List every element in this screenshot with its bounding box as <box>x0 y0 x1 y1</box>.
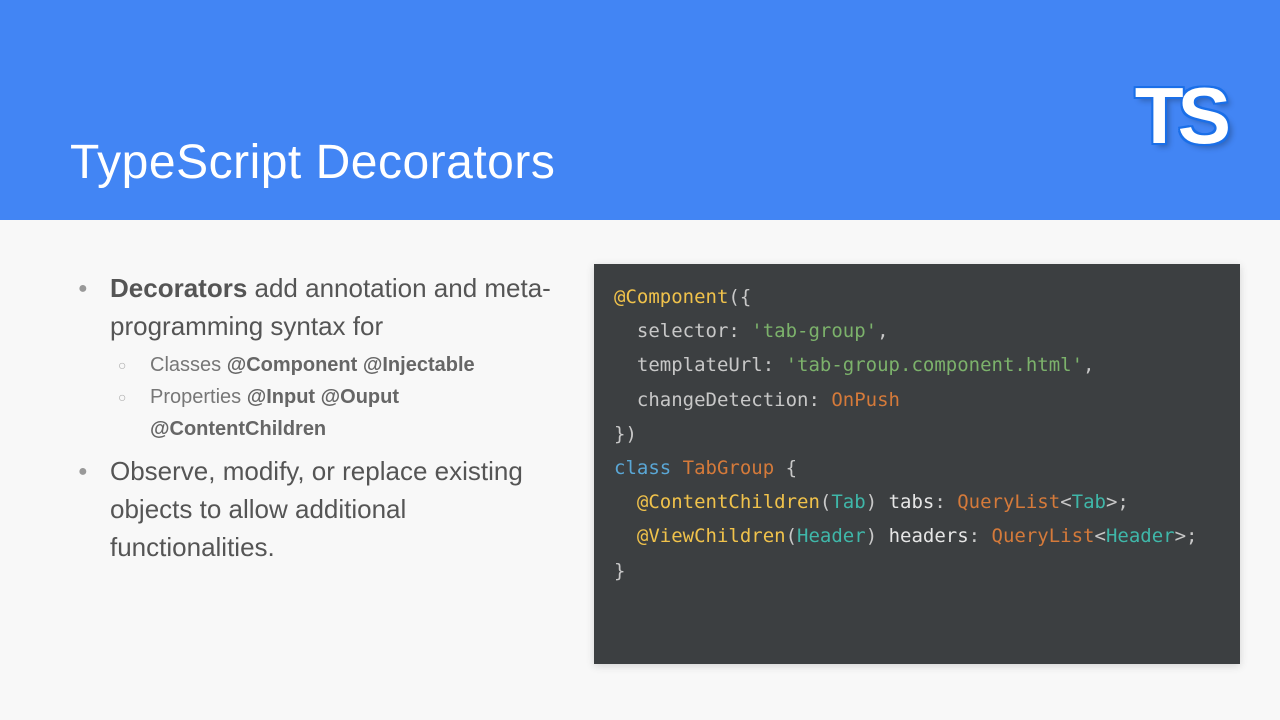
sub-bullet-item: Properties @Input @Ouput @ContentChildre… <box>110 381 570 445</box>
code-block: @Component({ selector: 'tab-group', temp… <box>594 264 1240 664</box>
bullet-strong: Decorators <box>110 273 247 303</box>
decorator-name: @Component <box>227 354 358 376</box>
bullet-column: Decorators add annotation and meta-progr… <box>70 270 570 670</box>
decorator-name: @ContentChildren <box>150 418 326 440</box>
bullet-text: Observe, modify, or replace existing obj… <box>110 456 523 561</box>
bullet-item: Observe, modify, or replace existing obj… <box>70 453 570 566</box>
sub-bullet-text: Classes <box>150 354 227 376</box>
decorator-name: @Input <box>247 386 315 408</box>
decorator-name: @Injectable <box>363 354 475 376</box>
decorator-name: @Ouput <box>321 386 399 408</box>
slide-title: TypeScript Decorators <box>70 135 555 190</box>
bullet-item: Decorators add annotation and meta-progr… <box>70 270 570 445</box>
slide-header: TypeScript Decorators TS <box>0 0 1280 220</box>
slide-content: Decorators add annotation and meta-progr… <box>0 220 1280 670</box>
sub-bullet-item: Classes @Component @Injectable <box>110 349 570 381</box>
sub-bullet-text: Properties <box>150 386 247 408</box>
typescript-logo: TS <box>1135 70 1225 162</box>
